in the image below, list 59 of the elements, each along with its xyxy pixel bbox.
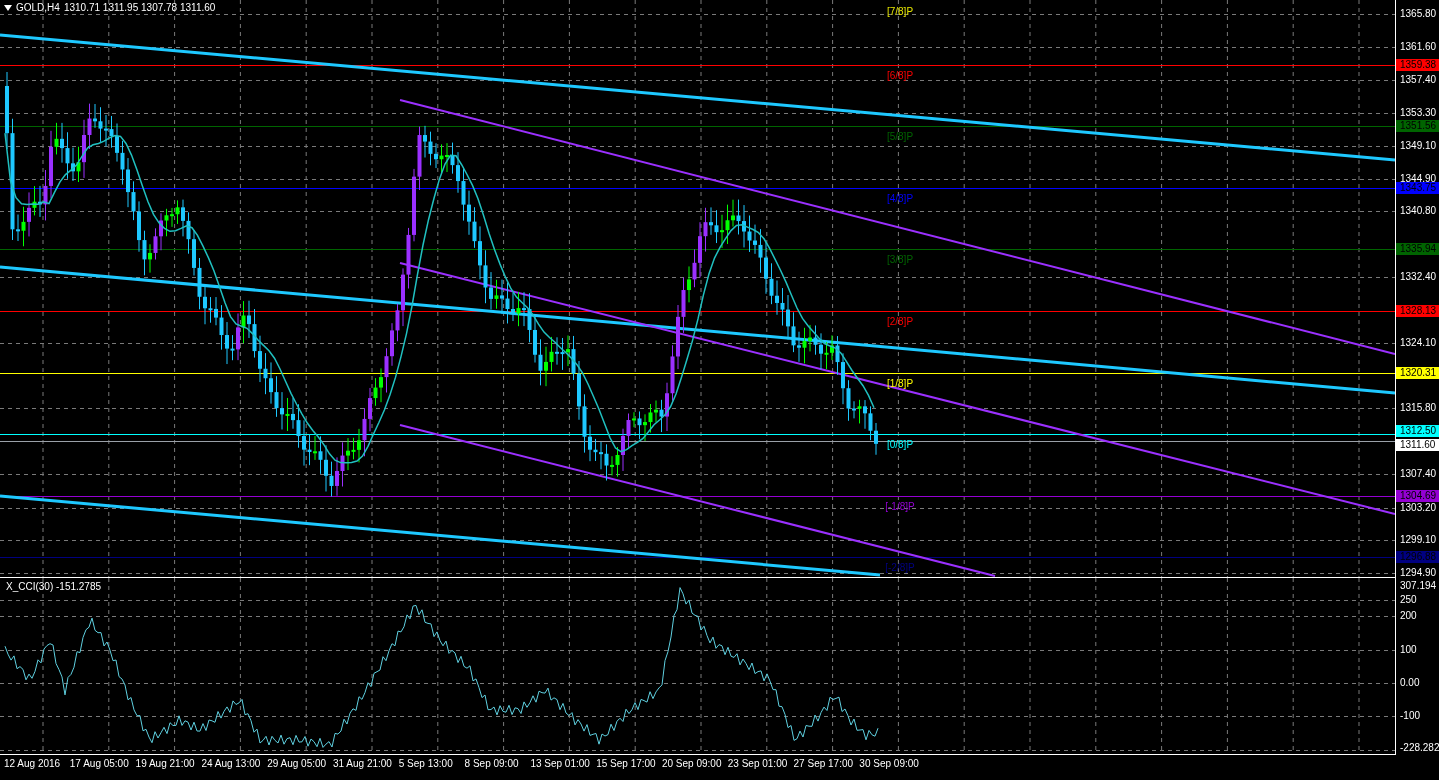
indicator-tick-label: 307.194 [1400,580,1437,592]
time-tick-label: 29 Aug 05:00 [267,758,327,769]
level-label: [-2/8]P [885,561,915,573]
price-tick-label: 1332.40 [1400,271,1437,284]
price-tick-label: 1299.10 [1400,533,1437,546]
level-label: [0/8]P [886,438,914,450]
indicator-tick-label: 0.00 [1400,677,1420,689]
price-tick-label: 1344.90 [1400,172,1437,184]
current-price-marker: 1311.60 [1396,439,1439,452]
level-label: [5/8]P [886,130,914,142]
level-price-marker: 1312.50 [1396,425,1439,438]
time-tick-label: 23 Sep 01:00 [727,758,788,769]
price-tick-label: 1324.10 [1400,336,1437,349]
level-label: [6/8]P [886,69,914,81]
time-tick-label: 30 Sep 09:00 [859,758,919,769]
level-label: [-1/8]P [885,500,915,512]
level-label: [3/8]P [886,253,914,265]
symbol-label: GOLD,H4 [16,3,60,13]
level-price-marker: 1328.13 [1396,305,1439,317]
level-price-marker: 1359.38 [1396,58,1439,71]
price-tick-label: 1357.40 [1400,74,1437,87]
level-label: [4/8]P [886,192,914,204]
time-tick-label: 19 Aug 21:00 [135,758,195,769]
level-price-marker: 1351.56 [1396,120,1439,133]
indicator-title: X_CCI(30) -151.2785 [6,582,102,592]
ohlc-values: 1310.71 1311.95 1307.78 1311.60 [63,3,216,13]
indicator-tick-label: 250 [1400,593,1417,606]
level-price-marker: 1343.75 [1396,181,1439,194]
time-tick-label: 17 Aug 05:00 [69,758,129,769]
time-tick-label: 24 Aug 13:00 [201,758,261,769]
price-tick-label: 1340.80 [1400,205,1437,218]
level-price-marker: 1304.69 [1396,489,1439,502]
indicator-tick-label: -228.282 [1400,742,1439,754]
level-price-marker: 1320.31 [1396,366,1439,379]
level-label: [7/8]P [886,6,914,18]
time-tick-label: 13 Sep 01:00 [530,758,590,769]
time-tick-label: 5 Sep 13:00 [398,758,453,769]
time-tick-label: 27 Sep 17:00 [793,758,854,769]
price-tick-label: 1353.30 [1400,106,1437,119]
indicator-tick-label: 200 [1400,610,1417,623]
price-tick-label: 1303.20 [1400,501,1437,514]
time-tick-label: 20 Sep 09:00 [661,758,722,769]
time-tick-label: 8 Sep 09:00 [464,758,519,769]
dropdown-triangle-icon[interactable] [4,5,12,11]
price-tick-label: 1294.90 [1400,566,1437,579]
price-tick-label: 1361.60 [1400,41,1437,54]
price-tick-label: 1315.80 [1400,402,1437,415]
time-tick-label: 31 Aug 21:00 [333,758,392,769]
price-tick-label: 1349.10 [1400,139,1437,152]
time-tick-label: 15 Sep 17:00 [596,758,656,769]
price-tick-label: 1365.80 [1400,8,1437,20]
price-tick-label: 1307.40 [1400,468,1437,481]
time-tick-label: 12 Aug 2016 [4,758,61,769]
level-label: [2/8]P [886,315,914,327]
indicator-tick-label: -100 [1400,710,1420,723]
indicator-tick-label: 100 [1400,643,1417,656]
level-label: [1/8]P [886,377,914,389]
level-price-marker: 1296.88 [1396,551,1439,564]
level-price-marker: 1335.94 [1396,243,1439,256]
